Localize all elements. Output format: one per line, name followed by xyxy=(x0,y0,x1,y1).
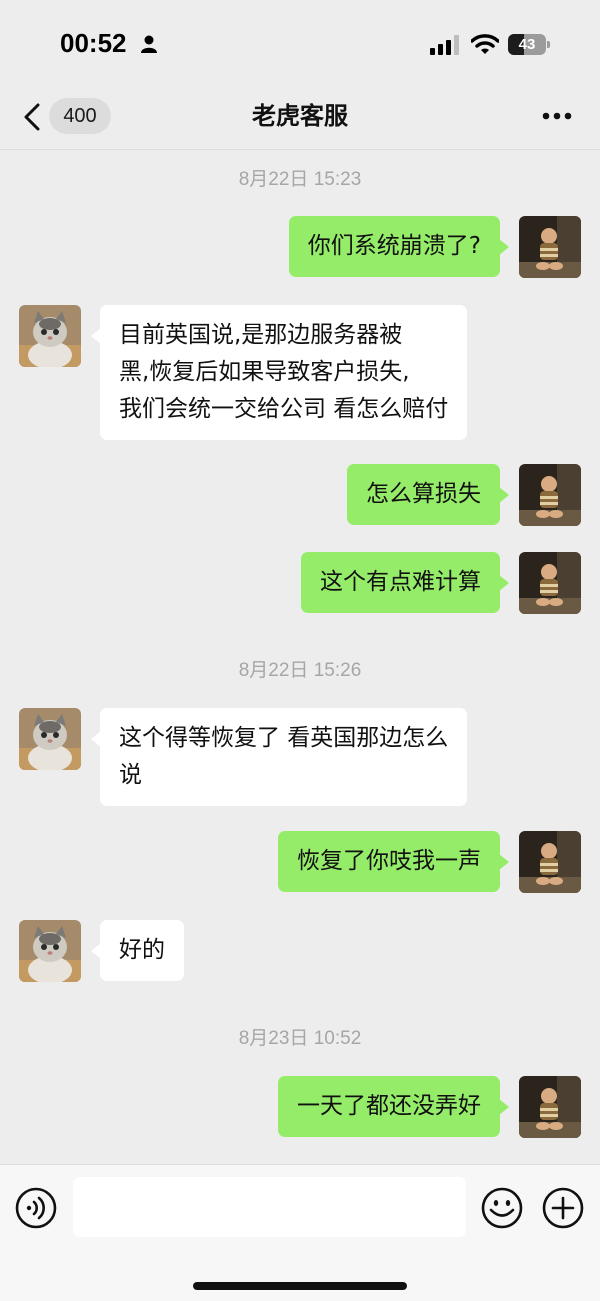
message-bubble-me[interactable]: 你们系统崩溃了? xyxy=(288,216,510,277)
wifi-icon xyxy=(471,34,499,54)
signal-icon xyxy=(430,35,459,55)
input-bar xyxy=(0,1164,600,1301)
status-time: 00:52 xyxy=(60,28,127,58)
message-input[interactable] xyxy=(73,1177,466,1237)
my-avatar[interactable] xyxy=(519,831,581,893)
chat-area[interactable]: 8月22日 15:23 你们系统崩溃了? 目前英国说,是那边服务器被 黑,恢复后… xyxy=(0,150,600,1164)
my-avatar[interactable] xyxy=(519,464,581,526)
chat-title: 老虎客服 xyxy=(252,102,348,130)
battery-level: 43 xyxy=(518,36,536,53)
contact-avatar[interactable] xyxy=(19,920,81,982)
message-bubble-them[interactable]: 目前英国说,是那边服务器被 黑,恢复后如果导致客户损失, 我们会统一交给公司 看… xyxy=(90,305,468,440)
message-bubble-me[interactable]: 这个有点难计算 xyxy=(301,552,509,613)
person-icon xyxy=(141,35,157,53)
status-bar: 00:52 43 xyxy=(0,0,600,90)
timestamp: 8月22日 15:26 xyxy=(238,660,362,681)
message-bubble-me[interactable]: 恢复了你吱我一声 xyxy=(278,831,509,892)
contact-avatar[interactable] xyxy=(19,708,81,770)
battery-indicator: 43 xyxy=(508,34,550,55)
my-avatar[interactable] xyxy=(519,1076,581,1138)
emoji-icon[interactable] xyxy=(481,1187,523,1229)
timestamp: 8月22日 15:23 xyxy=(238,169,362,190)
my-avatar[interactable] xyxy=(519,216,581,278)
message-bubble-me[interactable]: 一天了都还没弄好 xyxy=(278,1076,509,1137)
timestamp: 8月23日 10:52 xyxy=(238,1028,362,1049)
voice-icon[interactable] xyxy=(15,1187,57,1229)
home-indicator xyxy=(193,1282,407,1290)
message-bubble-me[interactable]: 怎么算损失 xyxy=(347,464,509,525)
nav-bar: 400 老虎客服 xyxy=(0,90,600,150)
more-dots-icon[interactable] xyxy=(542,112,572,120)
message-bubble-them[interactable]: 好的 xyxy=(91,920,184,981)
my-avatar[interactable] xyxy=(519,552,581,614)
contact-avatar[interactable] xyxy=(19,305,81,367)
plus-icon[interactable] xyxy=(542,1187,584,1229)
message-bubble-them[interactable]: 这个得等恢复了 看英国那边怎么 说 xyxy=(90,708,468,806)
